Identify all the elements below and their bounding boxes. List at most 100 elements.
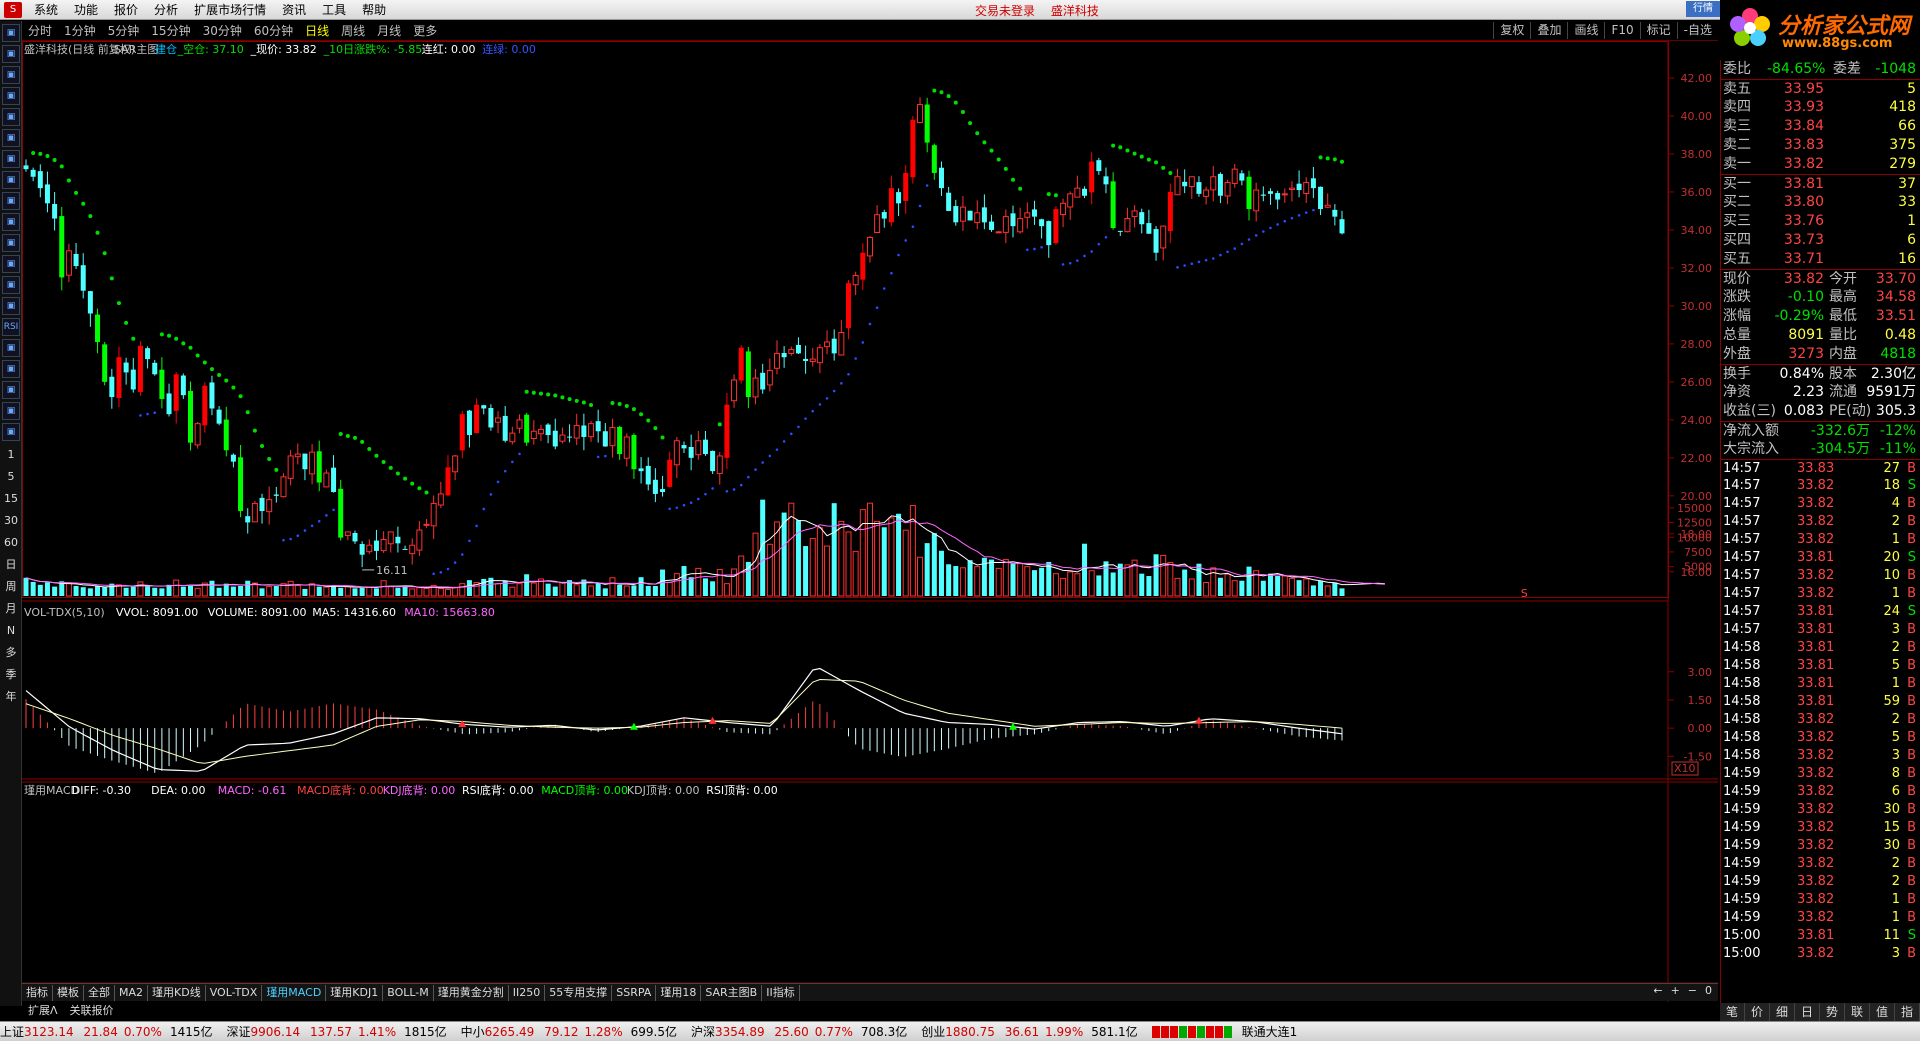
candle-body[interactable] xyxy=(567,436,573,438)
candle-body[interactable] xyxy=(667,459,673,487)
candle-body[interactable] xyxy=(981,207,987,223)
candle-body[interactable] xyxy=(995,231,1002,234)
chart-tool-button-1[interactable]: 叠加 xyxy=(1530,22,1567,39)
candle-body[interactable] xyxy=(710,450,716,472)
candle-body[interactable] xyxy=(745,351,751,398)
period-tab-7[interactable]: 周线 xyxy=(335,22,371,39)
search-icon[interactable]: ▣ xyxy=(2,276,20,294)
candle-body[interactable] xyxy=(1267,191,1273,194)
move-icon[interactable]: ▣ xyxy=(2,360,20,378)
candle-body[interactable] xyxy=(681,445,687,449)
candle-body[interactable] xyxy=(524,414,530,443)
left-period-1[interactable]: 5 xyxy=(0,466,22,488)
candle-body[interactable] xyxy=(152,362,158,375)
left-period-8[interactable]: N xyxy=(0,620,22,642)
candle-body[interactable] xyxy=(623,436,630,459)
chart-tool-button-2[interactable]: 画线 xyxy=(1567,22,1604,39)
candle-body[interactable] xyxy=(437,493,444,506)
nav-button-2[interactable]: − xyxy=(1688,984,1697,997)
indicator-tab-12[interactable]: SSRPA xyxy=(612,984,657,1001)
quote-tab-4[interactable]: 势 xyxy=(1820,1003,1845,1021)
candle-body[interactable] xyxy=(760,372,766,390)
candle-body[interactable] xyxy=(395,536,401,544)
candle-body[interactable] xyxy=(223,419,229,451)
f4-icon[interactable]: ▣ xyxy=(2,402,20,420)
indicator-tab-2[interactable]: 全部 xyxy=(84,984,115,1001)
candle-body[interactable] xyxy=(1067,193,1074,208)
candle-body[interactable] xyxy=(545,424,551,436)
candle-body[interactable] xyxy=(488,408,494,428)
candle-body[interactable] xyxy=(173,374,179,411)
table-icon[interactable]: ▣ xyxy=(2,87,20,105)
candle-body[interactable] xyxy=(874,214,881,234)
indicator-tab-4[interactable]: 瑾用KD线 xyxy=(148,984,206,1001)
nav-button-0[interactable]: ← xyxy=(1653,984,1662,997)
candle-body[interactable] xyxy=(1146,223,1152,234)
candle-body[interactable] xyxy=(1060,202,1067,216)
rsi-icon[interactable]: RSI xyxy=(2,318,20,336)
candle-body[interactable] xyxy=(1310,178,1316,189)
candle-body[interactable] xyxy=(180,375,186,396)
kline-chart[interactable]: 42.00 40.00 38.00 36.00 34.00 32.00 30.00 28.00… xyxy=(22,41,1718,1006)
left-period-7[interactable]: 月 xyxy=(0,598,22,620)
quote-tab-7[interactable]: 指 xyxy=(1895,1003,1920,1021)
candle-body[interactable] xyxy=(445,467,451,496)
period-tab-3[interactable]: 15分钟 xyxy=(145,22,196,39)
candle-body[interactable] xyxy=(845,283,852,329)
candle-body[interactable] xyxy=(80,265,86,291)
candle-body[interactable] xyxy=(1096,160,1102,172)
period-tab-1[interactable]: 1分钟 xyxy=(58,22,102,39)
candle-body[interactable] xyxy=(1253,189,1260,212)
indicator-tab-9[interactable]: 瑾用黄金分割 xyxy=(434,984,509,1001)
candle-body[interactable] xyxy=(559,434,566,442)
chart-tool-button-5[interactable]: -自选 xyxy=(1676,22,1718,39)
candle-body[interactable] xyxy=(416,529,423,551)
candle-body[interactable] xyxy=(1110,181,1116,229)
nav-button-1[interactable]: + xyxy=(1671,984,1680,997)
candle-body[interactable] xyxy=(1210,176,1217,191)
candle-body[interactable] xyxy=(309,451,316,475)
candle-body[interactable] xyxy=(44,184,50,204)
period-tab-6[interactable]: 日线 xyxy=(299,22,335,39)
candle-body[interactable] xyxy=(344,531,351,536)
quote-tab-2[interactable]: 细 xyxy=(1770,1003,1795,1021)
candle-body[interactable] xyxy=(251,502,258,523)
indicator-tab-14[interactable]: SAR主图B xyxy=(701,984,763,1001)
index-item-1[interactable]: 深证9906.14 137.57 1.41% 1815亿 xyxy=(227,1023,447,1040)
candle-body[interactable] xyxy=(838,331,845,356)
candle-body[interactable] xyxy=(1318,186,1324,210)
candle-body[interactable] xyxy=(552,430,558,447)
candle-body[interactable] xyxy=(1217,173,1223,196)
candle-body[interactable] xyxy=(766,369,773,386)
line-icon[interactable]: ▣ xyxy=(2,108,20,126)
candle-body[interactable] xyxy=(294,453,301,458)
candle-body[interactable] xyxy=(595,421,601,432)
quote-tab-1[interactable]: 价 xyxy=(1745,1003,1770,1021)
candle-body[interactable] xyxy=(102,344,108,382)
candle-body[interactable] xyxy=(359,544,365,555)
candle-body[interactable] xyxy=(1174,176,1181,196)
candle-body[interactable] xyxy=(409,544,416,555)
menu-item-1[interactable]: 功能 xyxy=(66,1,106,18)
indicator-tab-0[interactable]: 指标 xyxy=(22,984,53,1001)
extension-tab-0[interactable]: 扩展Λ xyxy=(22,1002,64,1018)
candle-body[interactable] xyxy=(660,489,666,493)
candle-body[interactable] xyxy=(631,434,637,470)
candle-body[interactable] xyxy=(509,432,516,443)
candle-body[interactable] xyxy=(1288,187,1295,190)
candle-body[interactable] xyxy=(73,253,79,267)
candle-body[interactable] xyxy=(1188,176,1195,188)
candle-body[interactable] xyxy=(1332,209,1338,217)
candle-body[interactable] xyxy=(1281,193,1288,196)
candle-body[interactable] xyxy=(209,382,215,409)
quote-tab-6[interactable]: 值 xyxy=(1870,1003,1895,1021)
indicator-tab-13[interactable]: 瑾用18 xyxy=(656,984,702,1001)
candle-body[interactable] xyxy=(352,532,358,542)
quote-tab-5[interactable]: 联 xyxy=(1845,1003,1870,1021)
candle-body[interactable] xyxy=(474,404,480,434)
candle-body[interactable] xyxy=(602,431,608,447)
menu-item-7[interactable]: 帮助 xyxy=(354,1,394,18)
candle-body[interactable] xyxy=(702,439,708,455)
left-period-5[interactable]: 日 xyxy=(0,554,22,576)
candle-body[interactable] xyxy=(516,419,523,429)
